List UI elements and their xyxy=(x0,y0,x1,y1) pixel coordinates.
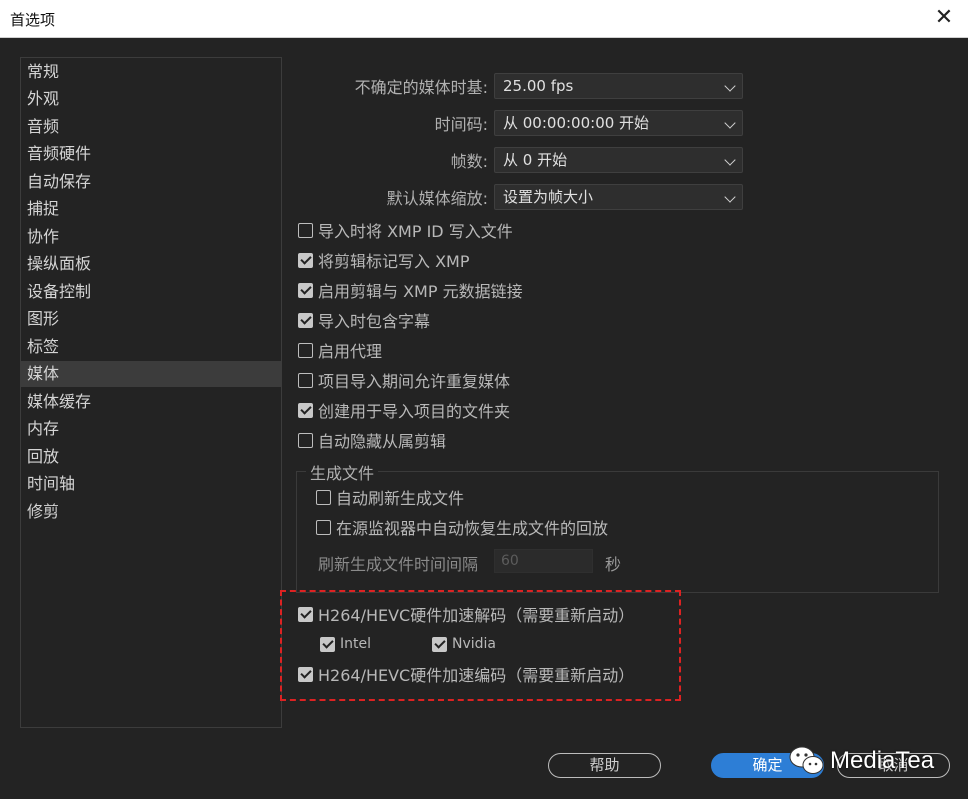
scaling-select[interactable]: 设置为帧大小 xyxy=(494,184,743,210)
timecode-select[interactable]: 从 00:00:00:00 开始 xyxy=(494,110,743,136)
auto-restore-checkbox[interactable]: 在源监视器中自动恢复生成文件的回放 xyxy=(316,516,608,538)
sidebar-item-control-surface[interactable]: 操纵面板 xyxy=(21,251,281,277)
sidebar-item-labels[interactable]: 标签 xyxy=(21,334,281,360)
title-bar: 首选项 ✕ xyxy=(0,0,968,38)
checkbox-label: 导入时将 XMP ID 写入文件 xyxy=(318,222,513,241)
wechat-icon xyxy=(788,744,826,778)
sidebar-item-general[interactable]: 常规 xyxy=(21,59,281,85)
sidebar-item-collaboration[interactable]: 协作 xyxy=(21,224,281,250)
sidebar-item-audio-hardware[interactable]: 音频硬件 xyxy=(21,141,281,167)
checkbox-label: 启用代理 xyxy=(318,342,383,361)
chevron-down-icon xyxy=(724,117,736,129)
enable-proxy-checkbox[interactable]: 启用代理 xyxy=(298,339,382,361)
checkbox-label: 在源监视器中自动恢复生成文件的回放 xyxy=(336,519,609,538)
checkbox-label: 启用剪辑与 XMP 元数据链接 xyxy=(318,282,523,301)
sidebar-item-media[interactable]: 媒体 xyxy=(21,361,281,387)
chevron-down-icon xyxy=(724,80,736,92)
sidebar-item-device-control[interactable]: 设备控制 xyxy=(21,279,281,305)
checkbox-label: 导入时包含字幕 xyxy=(318,312,431,331)
checkbox-box xyxy=(298,372,313,388)
sidebar-item-timeline[interactable]: 时间轴 xyxy=(21,471,281,497)
checkbox-box xyxy=(298,252,313,268)
chevron-down-icon xyxy=(724,191,736,203)
chevron-down-icon xyxy=(724,154,736,166)
checkbox-label: 自动刷新生成文件 xyxy=(336,489,465,508)
checkbox-label: 项目导入期间允许重复媒体 xyxy=(318,372,511,391)
close-icon[interactable]: ✕ xyxy=(932,6,956,30)
annotation-highlight-box xyxy=(280,590,681,701)
scaling-label: 默认媒体缩放: xyxy=(386,189,488,208)
sidebar-item-capture[interactable]: 捕捉 xyxy=(21,196,281,222)
watermark-text: MediaTea xyxy=(830,747,935,774)
checkbox-label: 创建用于导入项目的文件夹 xyxy=(318,402,511,421)
sidebar-item-media-cache[interactable]: 媒体缓存 xyxy=(21,389,281,415)
help-button[interactable]: 帮助 xyxy=(548,753,661,778)
write-clip-markers-checkbox[interactable]: 将剪辑标记写入 XMP xyxy=(298,249,470,271)
checkbox-box xyxy=(298,312,313,328)
refresh-interval-input[interactable]: 60 xyxy=(494,549,593,573)
scaling-value: 设置为帧大小 xyxy=(503,188,594,206)
timecode-value: 从 00:00:00:00 开始 xyxy=(503,114,650,132)
frame-number-select[interactable]: 从 0 开始 xyxy=(494,147,743,173)
timecode-label: 时间码: xyxy=(434,115,488,134)
sidebar-item-playback[interactable]: 回放 xyxy=(21,444,281,470)
auto-hide-subclips-checkbox[interactable]: 自动隐藏从属剪辑 xyxy=(298,429,446,451)
sidebar-item-appearance[interactable]: 外观 xyxy=(21,86,281,112)
create-folder-checkbox[interactable]: 创建用于导入项目的文件夹 xyxy=(298,399,510,421)
frame-number-value: 从 0 开始 xyxy=(503,151,568,169)
watermark: MediaTea xyxy=(788,741,934,781)
checkbox-box xyxy=(298,222,313,238)
enable-clip-xmp-link-checkbox[interactable]: 启用剪辑与 XMP 元数据链接 xyxy=(298,279,523,301)
checkbox-box xyxy=(298,402,313,418)
allow-duplicate-checkbox[interactable]: 项目导入期间允许重复媒体 xyxy=(298,369,510,391)
checkbox-box xyxy=(316,489,331,505)
checkbox-box xyxy=(298,432,313,448)
refresh-interval-unit: 秒 xyxy=(605,555,622,574)
include-captions-checkbox[interactable]: 导入时包含字幕 xyxy=(298,309,430,331)
timebase-value: 25.00 fps xyxy=(503,77,574,95)
sidebar-item-graphics[interactable]: 图形 xyxy=(21,306,281,332)
refresh-interval-label: 刷新生成文件时间间隔 xyxy=(318,555,479,574)
window-title: 首选项 xyxy=(10,11,56,29)
sidebar-item-trim[interactable]: 修剪 xyxy=(21,499,281,525)
sidebar-item-memory[interactable]: 内存 xyxy=(21,416,281,442)
sidebar-item-auto-save[interactable]: 自动保存 xyxy=(21,169,281,195)
timebase-label: 不确定的媒体时基: xyxy=(354,78,488,97)
timebase-select[interactable]: 25.00 fps xyxy=(494,73,743,99)
preferences-sidebar: 常规 外观 音频 音频硬件 自动保存 捕捉 协作 操纵面板 设备控制 图形 标签… xyxy=(20,57,282,728)
write-xmp-id-checkbox[interactable]: 导入时将 XMP ID 写入文件 xyxy=(298,219,513,241)
checkbox-box xyxy=(298,342,313,358)
checkbox-label: 自动隐藏从属剪辑 xyxy=(318,432,447,451)
checkbox-label: 将剪辑标记写入 XMP xyxy=(318,252,470,271)
checkbox-box xyxy=(316,519,331,535)
sidebar-item-audio[interactable]: 音频 xyxy=(21,114,281,140)
checkbox-box xyxy=(298,282,313,298)
render-files-legend: 生成文件 xyxy=(306,460,379,484)
frame-number-label: 帧数: xyxy=(450,152,488,171)
auto-refresh-checkbox[interactable]: 自动刷新生成文件 xyxy=(316,486,464,508)
